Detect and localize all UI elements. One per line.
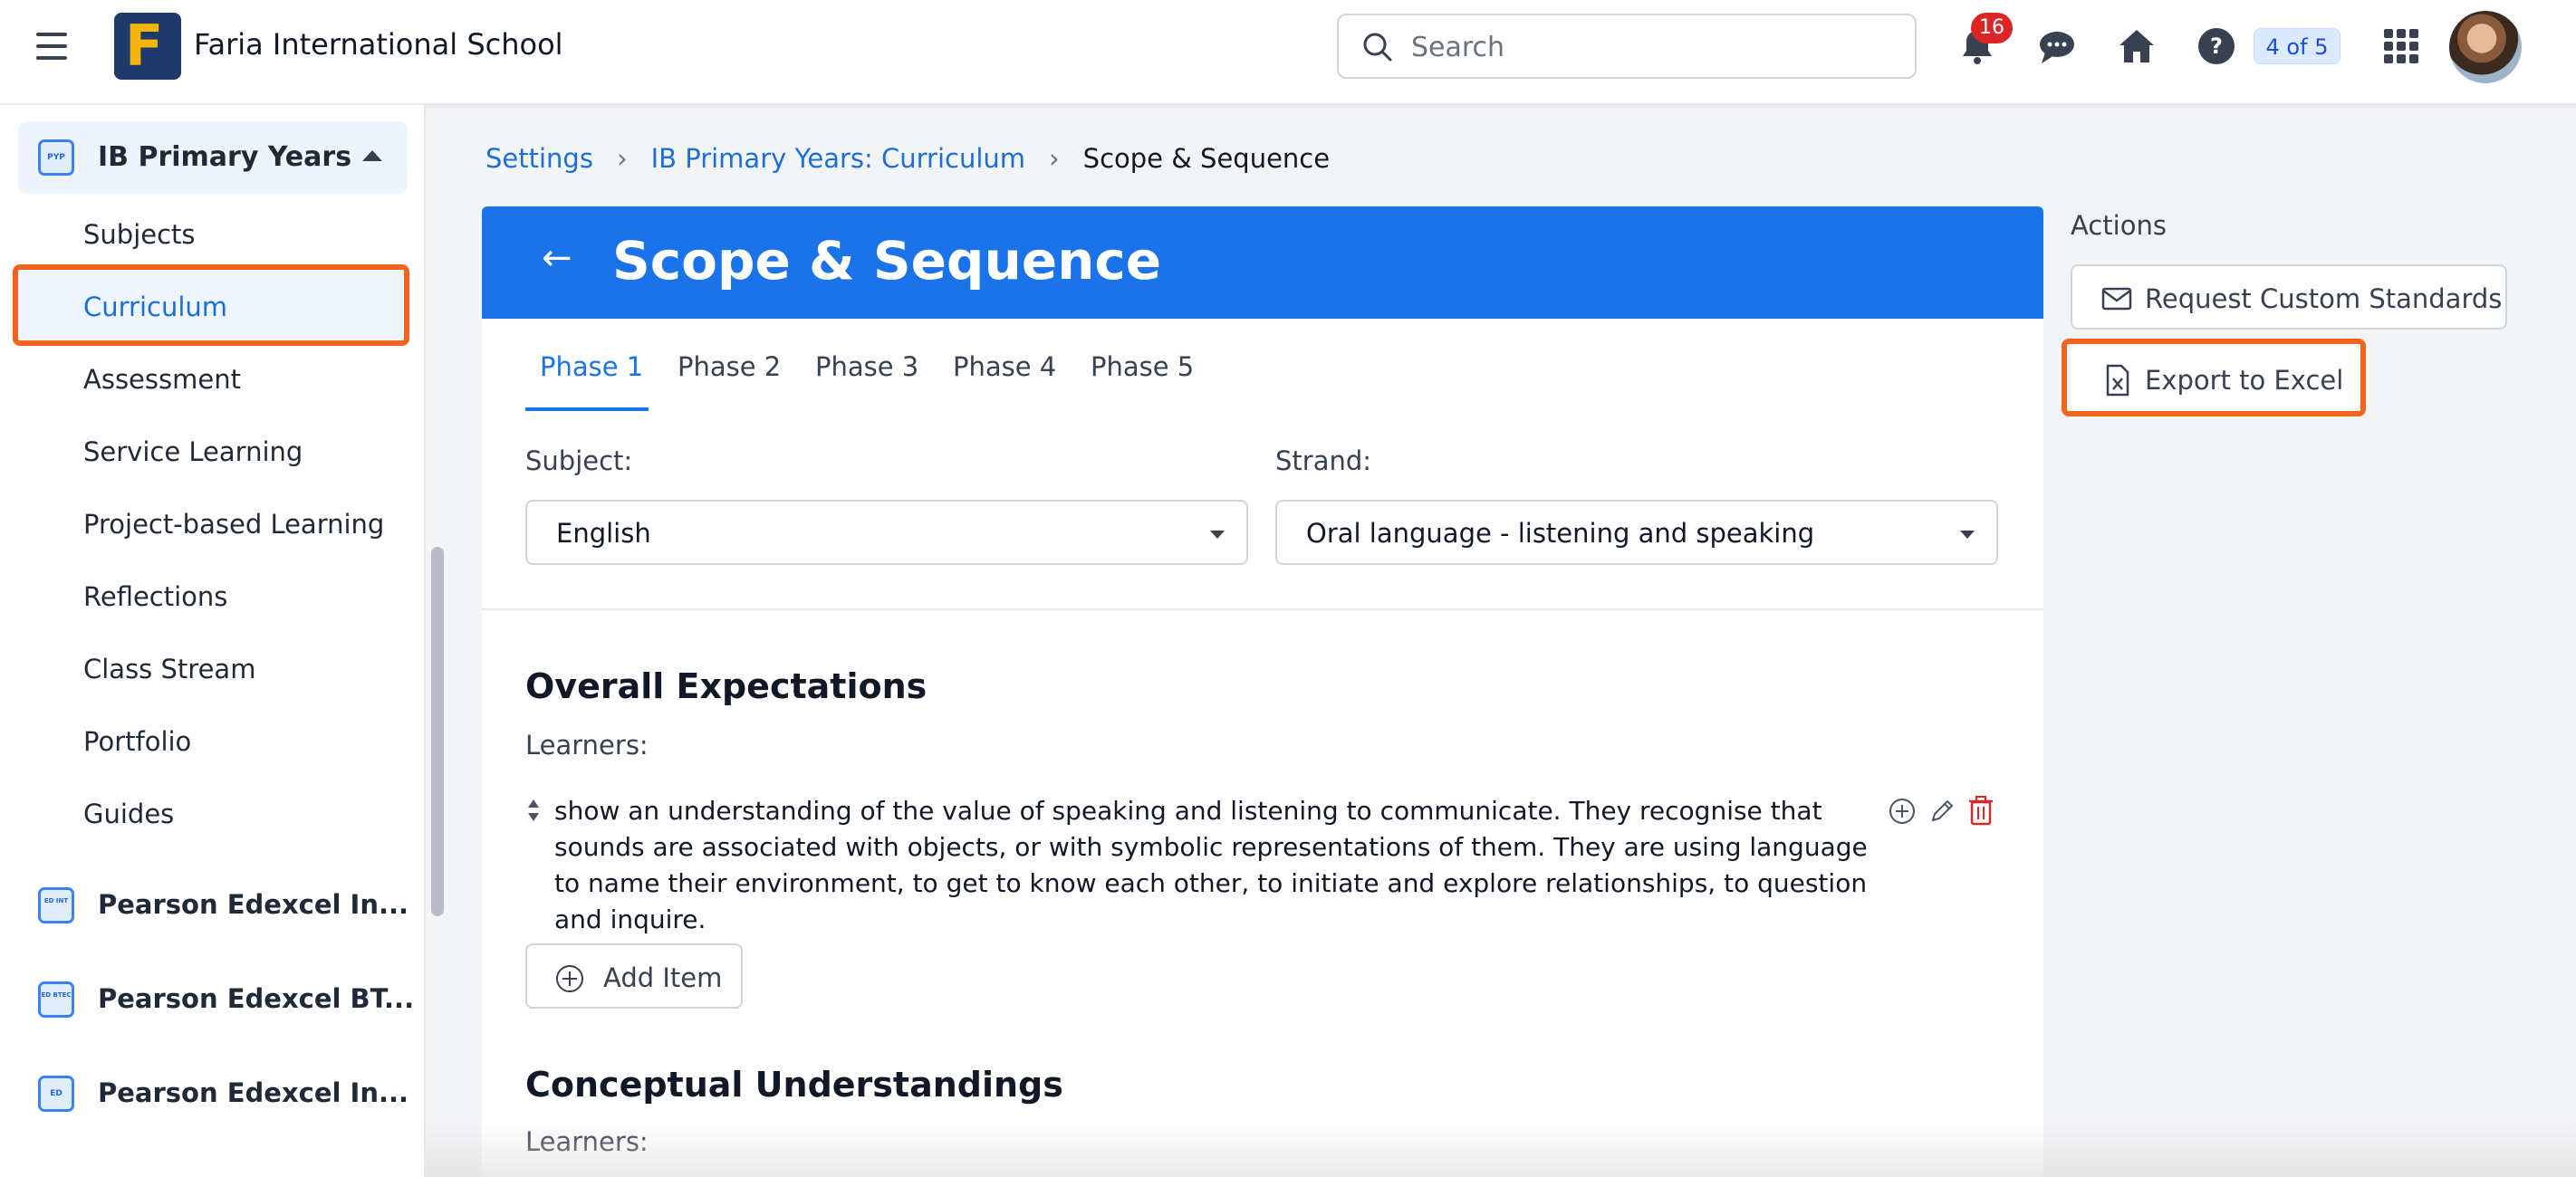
drag-handle-icon[interactable] (527, 799, 540, 822)
add-circle-icon[interactable] (1888, 797, 1917, 826)
home-icon[interactable] (2116, 25, 2158, 67)
logo-letter: F (125, 13, 164, 79)
strand-value: Oral language - listening and speaking (1306, 518, 1815, 549)
sidebar-scrollbar[interactable] (431, 547, 444, 916)
search-icon (1363, 33, 1392, 62)
chat-icon[interactable] (2036, 25, 2078, 67)
tab-phase-3[interactable]: Phase 3 (815, 351, 918, 382)
sidebar-item-project-based-learning[interactable]: Project-based Learning (83, 509, 384, 540)
sidebar-course-label: Pearson Edexcel BT... (98, 983, 415, 1014)
page-title: Scope & Sequence (612, 230, 1162, 292)
edexcel-btec-icon: ED BTEC (38, 981, 74, 1018)
school-logo[interactable]: F (114, 13, 181, 80)
export-to-excel-label: Export to Excel (2145, 365, 2344, 396)
breadcrumb-current: Scope & Sequence (1082, 143, 1331, 174)
active-tab-indicator (525, 407, 649, 411)
sidebar-item-guides[interactable]: Guides (83, 799, 174, 829)
sidebar-course-label: Pearson Edexcel In... (98, 1077, 409, 1108)
top-bar: F Faria International School 16 ? 4 of 5 (0, 0, 2576, 105)
add-item-button[interactable]: Add Item (525, 943, 743, 1009)
help-icon[interactable]: ? (2196, 25, 2237, 67)
caret-down-icon (1210, 531, 1225, 539)
sidebar-item-service-learning[interactable]: Service Learning (83, 436, 303, 467)
notification-badge: 16 (1971, 13, 2013, 43)
sidebar-item-portfolio[interactable]: Portfolio (83, 726, 191, 757)
sidebar-item-subjects[interactable]: Subjects (83, 219, 196, 250)
apps-grid-icon[interactable] (2382, 27, 2420, 65)
edexcel-icon: ED (38, 1076, 74, 1112)
search-box[interactable] (1337, 14, 1917, 79)
back-arrow-icon[interactable]: ← (542, 237, 572, 279)
scope-sequence-card: ← Scope & Sequence Phase 1 Phase 2 Phase… (482, 206, 2043, 1177)
sidebar-course-label: Pearson Edexcel In... (98, 889, 409, 920)
divider (482, 608, 2043, 610)
request-custom-standards-button[interactable]: Request Custom Standards (2071, 264, 2507, 330)
user-avatar[interactable] (2449, 11, 2522, 83)
request-custom-standards-label: Request Custom Standards (2145, 283, 2503, 314)
tab-phase-2[interactable]: Phase 2 (678, 351, 781, 382)
edexcel-icon: ED INT (38, 887, 74, 923)
subject-select[interactable]: English (525, 500, 1248, 565)
sidebar-group-ib-primary-years[interactable]: PYP IB Primary Years (18, 121, 408, 194)
add-item-label: Add Item (603, 962, 723, 993)
sidebar: PYP IB Primary Years Subjects Curriculum… (0, 105, 426, 1177)
caret-down-icon (1960, 531, 1975, 539)
actions-title: Actions (2071, 210, 2167, 241)
tab-phase-1[interactable]: Phase 1 (540, 351, 643, 382)
section-title-conceptual-understandings: Conceptual Understandings (525, 1065, 1063, 1105)
svg-text:?: ? (2210, 33, 2223, 59)
subject-label: Subject: (525, 445, 633, 476)
section-title-overall-expectations: Overall Expectations (525, 666, 928, 706)
pencil-icon[interactable] (1927, 797, 1956, 826)
menu-icon[interactable] (36, 33, 72, 62)
breadcrumb-curriculum[interactable]: IB Primary Years: Curriculum (651, 143, 1025, 174)
excel-file-icon (2106, 364, 2129, 397)
chevron-up-icon[interactable] (362, 150, 382, 161)
chevron-right-icon: › (1049, 143, 1060, 174)
breadcrumb: Settings › IB Primary Years: Curriculum › Sc… (485, 143, 1330, 174)
sidebar-item-curriculum[interactable]: Curriculum (83, 292, 227, 322)
page-counter[interactable]: 4 of 5 (2254, 28, 2341, 64)
envelope-icon (2101, 287, 2132, 311)
search-input[interactable] (1411, 30, 1882, 64)
add-circle-icon (556, 965, 583, 992)
pyp-icon: PYP (38, 139, 74, 176)
trash-icon[interactable] (1967, 795, 1994, 826)
card-header: ← Scope & Sequence (482, 206, 2043, 319)
strand-select[interactable]: Oral language - listening and speaking (1275, 500, 1998, 565)
subject-value: English (556, 518, 651, 549)
learners-label: Learners: (525, 730, 649, 761)
tab-phase-5[interactable]: Phase 5 (1091, 351, 1194, 382)
export-to-excel-button[interactable]: Export to Excel (2071, 346, 2359, 411)
item-actions (1888, 793, 1996, 829)
sidebar-item-assessment[interactable]: Assessment (83, 364, 241, 395)
tab-phase-4[interactable]: Phase 4 (953, 351, 1056, 382)
expectation-item-text: show an understanding of the value of sp… (554, 796, 1868, 934)
chevron-right-icon: › (616, 143, 628, 174)
learners-label: Learners: (525, 1126, 649, 1157)
breadcrumb-settings[interactable]: Settings (485, 143, 593, 174)
sidebar-item-reflections[interactable]: Reflections (83, 581, 227, 612)
sidebar-group-label: IB Primary Years (98, 141, 352, 173)
school-name: Faria International School (194, 27, 563, 62)
strand-label: Strand: (1275, 445, 1372, 476)
sidebar-item-class-stream[interactable]: Class Stream (83, 654, 255, 684)
